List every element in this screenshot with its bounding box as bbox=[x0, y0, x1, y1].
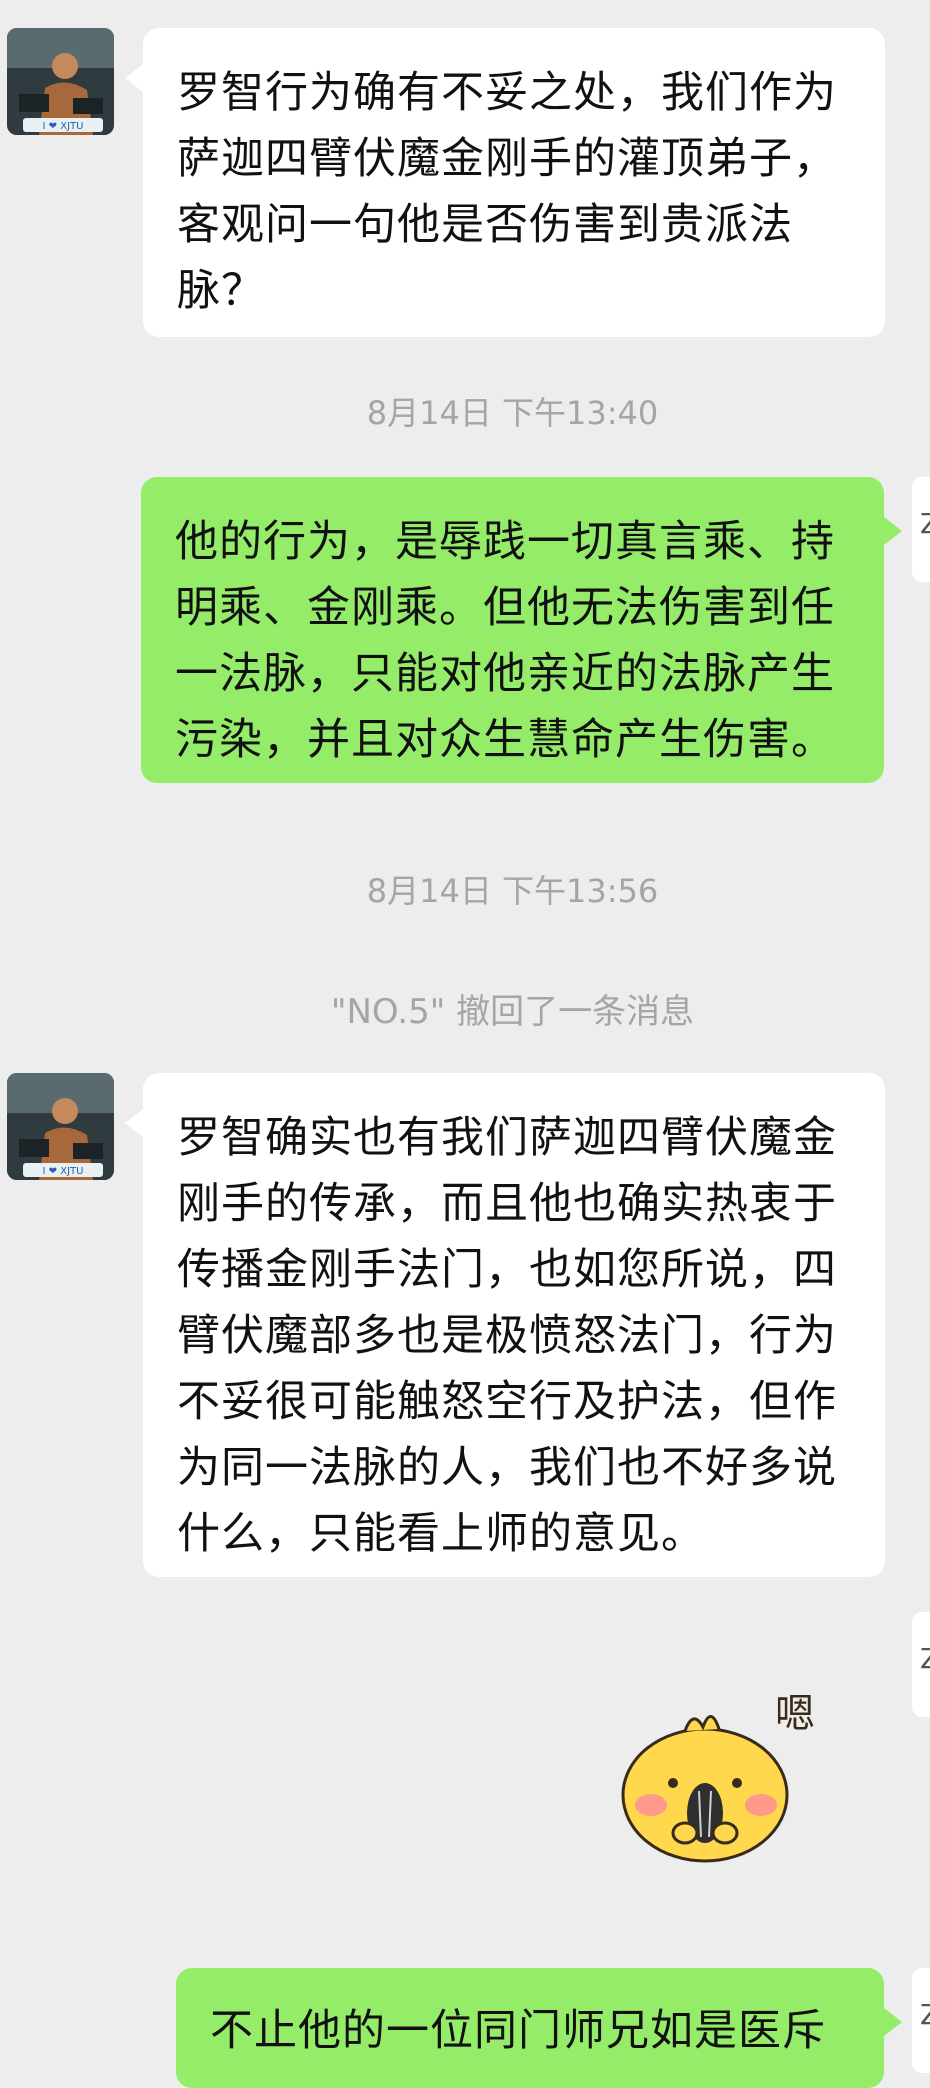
recall-notice: "NO.5" 撤回了一条消息 bbox=[330, 992, 695, 1032]
self-avatar-glyph-icon: Z bbox=[920, 1642, 930, 1675]
avatar-photo: I ❤ XJTU bbox=[7, 28, 114, 135]
self-avatar-glyph-icon: Z bbox=[920, 507, 930, 540]
message-timestamp: 8月14日 下午13:56 bbox=[366, 872, 659, 910]
message-text: 罗智行为确有不妥之处，我们作为萨迦四臂伏魔金刚手的灌顶弟子，客观问一句他是否伤害… bbox=[177, 68, 837, 316]
chat-area[interactable]: I ❤ XJTU 罗智行为确有不妥之处，我们作为萨迦四臂伏魔金刚手的灌顶弟子，客… bbox=[0, 0, 930, 2088]
outgoing-message[interactable]: 不止他的一位同门师兄如是医斥 bbox=[176, 1968, 902, 2088]
contact-avatar[interactable]: I ❤ XJTU bbox=[7, 1073, 114, 1180]
avatar-photo: I ❤ XJTU bbox=[7, 1073, 114, 1180]
avatar-badge: I ❤ XJTU bbox=[43, 121, 84, 132]
self-avatar[interactable]: Z bbox=[912, 1612, 930, 1717]
message-timestamp: 8月14日 下午13:40 bbox=[366, 394, 659, 432]
chick-sticker[interactable]: 嗯 bbox=[615, 1683, 835, 1863]
avatar-badge: I ❤ XJTU bbox=[43, 1166, 84, 1177]
message-text: 他的行为，是辱践一切真言乘、持明乘、金刚乘。但他无法伤害到任一法脉，只能对他亲近… bbox=[175, 517, 835, 765]
chick-sticker-image: 嗯 bbox=[621, 1691, 815, 1863]
self-avatar[interactable]: Z bbox=[912, 477, 930, 582]
self-avatar[interactable]: Z bbox=[912, 1968, 930, 2073]
incoming-message[interactable]: 罗智确实也有我们萨迦四臂伏魔金刚手的传承，而且他也确实热衷于传播金刚手法门，也如… bbox=[125, 1073, 885, 1577]
message-text: 不止他的一位同门师兄如是医斥 bbox=[210, 2006, 826, 2056]
sticker-label: 嗯 bbox=[775, 1691, 815, 1737]
message-text: 罗智确实也有我们萨迦四臂伏魔金刚手的传承，而且他也确实热衷于传播金刚手法门，也如… bbox=[177, 1113, 837, 1559]
incoming-message[interactable]: 罗智行为确有不妥之处，我们作为萨迦四臂伏魔金刚手的灌顶弟子，客观问一句他是否伤害… bbox=[125, 28, 885, 337]
contact-avatar[interactable]: I ❤ XJTU bbox=[7, 28, 114, 135]
outgoing-message[interactable]: 他的行为，是辱践一切真言乘、持明乘、金刚乘。但他无法伤害到任一法脉，只能对他亲近… bbox=[141, 477, 902, 783]
self-avatar-glyph-icon: Z bbox=[920, 1998, 930, 2031]
